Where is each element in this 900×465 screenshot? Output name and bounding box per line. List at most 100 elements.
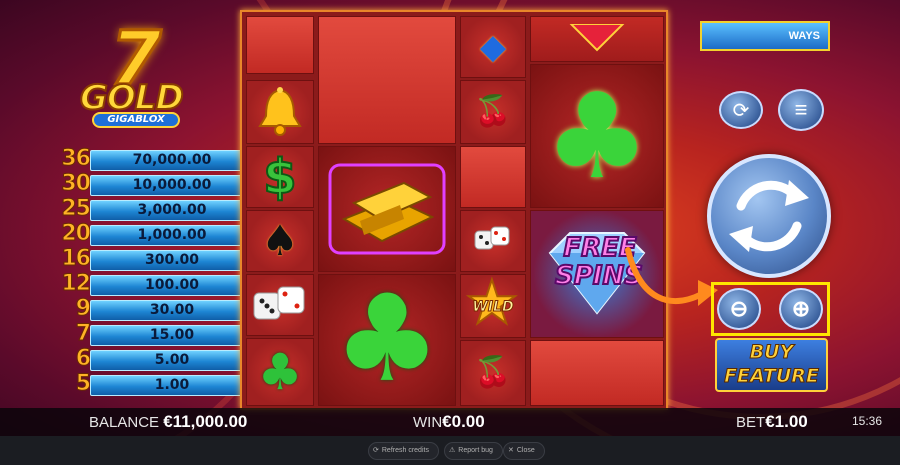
report-bug-button[interactable]: ⚠ Report bug [444,442,503,460]
buy-feature-line2: FEATURE [724,365,820,388]
footer-bar: ⟳ Refresh credits ⚠ Report bug ✕ Close [0,436,900,465]
paytable-row: 25 3,000.00 [42,196,254,222]
close-button[interactable]: ✕ Close [503,442,545,460]
close-label: Close [516,447,535,454]
reel-cell [460,210,526,272]
dice-icon [253,286,305,320]
paytable-count: 36 [61,146,92,172]
paytable-row: 16 300.00 [42,246,254,272]
win-label: WIN [413,414,443,431]
buy-feature-line1: BUY [749,341,794,364]
logo-subtitle: GIGABLOX [92,112,180,128]
paytable-value: 100.00 [90,275,254,296]
paytable: 36 70,000.00 30 10,000.00 25 3,000.00 20 1,0… [42,146,254,398]
paytable-count: 16 [61,246,92,272]
reel-cell-blank [530,340,664,406]
decrease-bet-button[interactable]: ⊖ [717,288,761,330]
refresh-credits-button[interactable]: ⟳ Refresh credits [368,442,439,460]
reel-grid: $ ♠ ♣ ♣ ◆ 🍒 ★ WILD 🍒 ♣ FREE SPINS [240,10,668,410]
menu-button[interactable]: ≡ [778,89,824,131]
heart-icon [569,24,625,52]
paytable-count: 12 [61,271,92,297]
report-label: Report bug [458,447,493,454]
cherries-icon: 🍒 [474,355,512,390]
dollar-icon: $ [262,149,297,205]
ways-display: WAYS [700,21,830,51]
diamond-icon: ◆ [479,27,507,67]
increase-bet-button[interactable]: ⊕ [779,288,823,330]
paytable-count: 9 [75,296,91,322]
clover-icon: ♣ [544,67,650,205]
plus-icon: ⊕ [791,296,811,321]
reel-cell: ♣ [246,338,314,406]
status-bar: BALANCE €11,000.00 WIN€0.00 BET€1.00 15:… [0,408,900,436]
paytable-count: 6 [75,346,91,372]
win: WIN€0.00 [413,412,485,432]
paytable-row: 7 15.00 [42,321,254,347]
reel-cell: $ [246,146,314,208]
menu-icon: ≡ [794,97,808,122]
reel-cell [530,16,664,62]
paytable-value: 15.00 [90,325,254,346]
paytable-row: 36 70,000.00 [42,146,254,172]
paytable-count: 7 [75,321,91,347]
dice-icon [474,226,510,250]
reel-cell-blank [460,146,526,208]
spade-icon: ♠ [261,216,299,265]
reel-cell-blank [246,16,314,74]
paytable-value: 10,000.00 [90,175,254,196]
minus-icon: ⊖ [729,296,749,321]
reel-cell: 🍒 [460,80,526,144]
buy-feature-button[interactable]: BUY FEATURE [715,338,828,392]
reel-cell: ♣ [530,64,664,208]
paytable-row: 9 30.00 [42,296,254,322]
paytable-row: 30 10,000.00 [42,171,254,197]
paytable-count: 20 [61,221,92,247]
spin-arrows-icon [729,180,809,252]
game-logo: 7 GOLD GIGABLOX [70,15,210,128]
bet-value: €1.00 [765,412,808,431]
refresh-icon: ⟳ [373,447,379,454]
wild-symbol: ★ WILD [463,275,523,335]
game-stage: 7 GOLD GIGABLOX 36 70,000.00 30 10,000.00 … [0,0,900,465]
annotation-arrow-icon [625,247,718,306]
close-icon: ✕ [508,447,514,454]
clock: 15:36 [852,414,883,428]
paytable-value: 5.00 [90,350,254,371]
refresh-label: Refresh credits [381,447,429,454]
reel-cell-blank [318,16,456,144]
win-value: €0.00 [442,412,485,431]
reel-cell: ★ WILD [460,274,526,338]
paytable-count: 25 [61,196,92,222]
reel-cell: 🍒 [460,340,526,406]
paytable-value: 1.00 [90,375,254,396]
paytable-row: 6 5.00 [42,346,254,372]
reel-cell [318,146,456,272]
paytable-count: 30 [61,171,92,197]
paytable-count: 5 [75,371,91,397]
bug-icon: ⚠ [449,447,456,454]
paytable-row: 5 1.00 [42,371,254,397]
reel-cell: ♠ [246,210,314,272]
clover-icon: ♣ [257,343,303,401]
paytable-value: 70,000.00 [90,150,254,171]
balance: BALANCE €11,000.00 [89,412,247,432]
bell-icon [258,87,302,136]
reel-cell: ♣ [318,274,456,406]
autoplay-icon: ⟳ [732,99,750,122]
balance-label: BALANCE [89,414,160,431]
reel-cell: ◆ [460,16,526,78]
paytable-value: 3,000.00 [90,200,254,221]
paytable-value: 1,000.00 [90,225,254,246]
spin-button[interactable] [707,154,831,278]
reel-cell [246,274,314,336]
wild-label: WILD [472,299,514,316]
balance-value: €11,000.00 [163,412,248,431]
reel-cell [246,80,314,144]
paytable-row: 20 1,000.00 [42,221,254,247]
autoplay-button[interactable]: ⟳ [719,91,763,129]
bet: BET€1.00 [736,412,808,432]
paytable-value: 30.00 [90,300,254,321]
clover-icon: ♣ [333,274,441,406]
bet-label: BET [736,414,766,431]
